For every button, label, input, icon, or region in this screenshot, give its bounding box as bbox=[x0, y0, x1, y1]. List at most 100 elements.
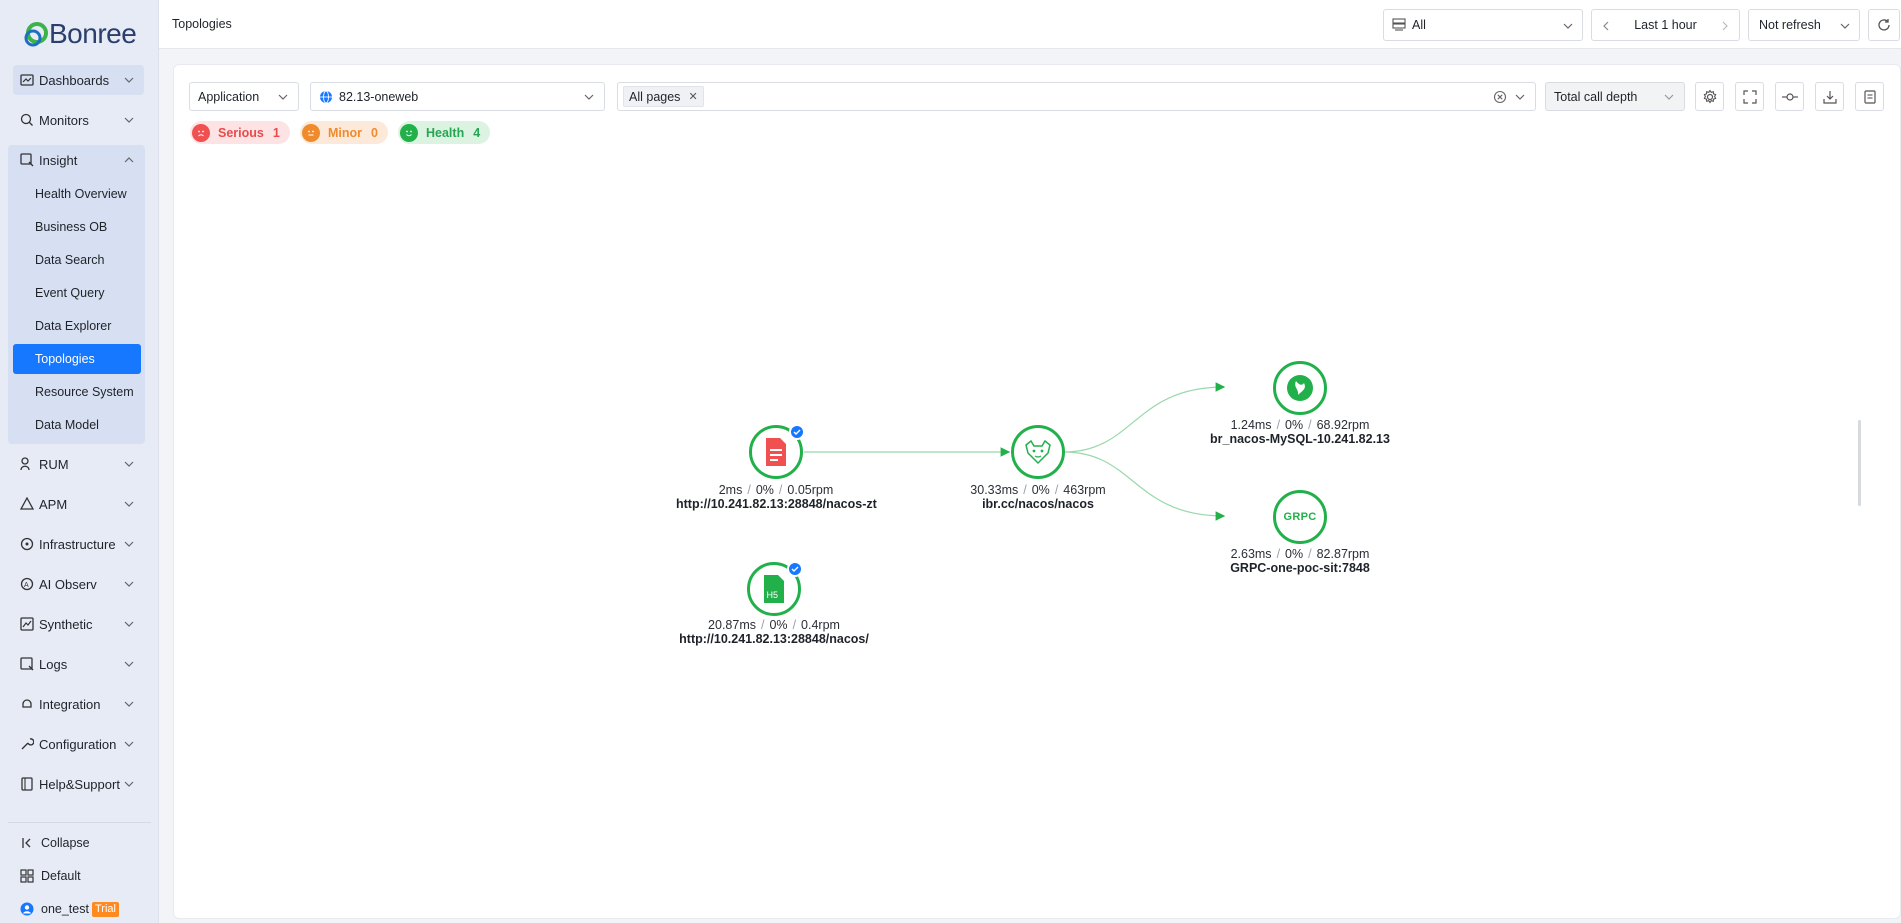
remove-tag-icon[interactable]: ✕ bbox=[688, 90, 697, 103]
environment-value: All bbox=[1412, 18, 1426, 32]
topology-node-mysql[interactable] bbox=[1273, 361, 1327, 415]
refresh-interval-value: Not refresh bbox=[1759, 18, 1821, 32]
trial-badge: Trial bbox=[91, 901, 119, 917]
sidebar-item-help-support[interactable]: Help&Support bbox=[13, 769, 144, 799]
sidebar-item-label: Integration bbox=[39, 696, 101, 712]
error-rate: 0% bbox=[1285, 418, 1304, 432]
chevron-left-icon[interactable] bbox=[1600, 20, 1612, 32]
dashboard-icon bbox=[19, 73, 34, 88]
collapse-button[interactable]: Collapse bbox=[20, 832, 90, 854]
sidebar-item-infrastructure[interactable]: Infrastructure bbox=[13, 529, 144, 559]
refresh-icon bbox=[1878, 19, 1890, 31]
subitem-label: Topologies bbox=[35, 352, 95, 366]
error-rate: 0% bbox=[769, 618, 788, 632]
grid-icon bbox=[20, 869, 34, 883]
chevron-down-icon bbox=[124, 661, 134, 667]
collapse-label: Collapse bbox=[41, 836, 90, 850]
sidebar-subitem-event-query[interactable]: Event Query bbox=[13, 278, 141, 308]
sidebar-item-rum[interactable]: RUM bbox=[13, 449, 144, 479]
topology-node-tomcat[interactable] bbox=[1011, 425, 1065, 479]
sidebar-item-configuration[interactable]: Configuration bbox=[13, 729, 144, 759]
type-select[interactable]: Application bbox=[189, 82, 299, 111]
application-select[interactable]: 82.13-oneweb bbox=[310, 82, 605, 111]
serious-count: 1 bbox=[272, 125, 280, 140]
h5-page-icon: H5 bbox=[764, 575, 784, 603]
sidebar-item-synthetic[interactable]: Synthetic bbox=[13, 609, 144, 639]
node-metrics: 2ms/0%/0.05rpm bbox=[718, 483, 834, 497]
topology-panel: Application 82.13-oneweb All pages ✕ Tot… bbox=[173, 64, 1901, 919]
node-name: GRPC-one-poc-sit:7848 bbox=[1230, 561, 1370, 575]
latency: 20.87ms bbox=[708, 618, 756, 632]
rum-icon bbox=[19, 457, 34, 472]
workspace-switcher[interactable]: Default bbox=[20, 865, 81, 887]
chevron-right-icon[interactable] bbox=[1719, 20, 1731, 32]
logo-text: Bonree bbox=[49, 18, 137, 49]
topology-node-page-nacos[interactable]: H5 bbox=[747, 561, 803, 616]
report-button[interactable] bbox=[1855, 82, 1884, 111]
latency: 2ms bbox=[718, 483, 743, 497]
view-toggle-button[interactable] bbox=[1775, 82, 1804, 111]
neutral-face-icon bbox=[302, 123, 320, 142]
sidebar-item-ai-observ[interactable]: A AI Observ bbox=[13, 569, 144, 599]
synthetic-icon bbox=[19, 617, 34, 632]
sidebar-divider bbox=[8, 822, 151, 823]
user-name: one_test bbox=[41, 902, 89, 916]
time-range-picker[interactable]: Last 1 hour bbox=[1591, 9, 1740, 41]
apm-icon bbox=[19, 497, 34, 512]
sidebar-item-dashboards[interactable]: Dashboards bbox=[13, 65, 144, 95]
book-icon bbox=[19, 777, 34, 792]
topology-node-page-nacos-zt[interactable] bbox=[749, 424, 805, 479]
page-document-icon bbox=[766, 438, 786, 466]
pages-filter[interactable]: All pages ✕ bbox=[617, 82, 1536, 111]
application-value: 82.13-oneweb bbox=[339, 89, 419, 104]
refresh-button[interactable] bbox=[1868, 9, 1900, 41]
page-tag[interactable]: All pages ✕ bbox=[623, 86, 704, 107]
zoom-scrollbar[interactable] bbox=[1858, 420, 1861, 506]
user-menu[interactable]: one_test Trial bbox=[20, 898, 119, 920]
topology-node-grpc[interactable]: GRPC bbox=[1273, 490, 1327, 544]
error-rate: 0% bbox=[1031, 483, 1050, 497]
fullscreen-button[interactable] bbox=[1735, 82, 1764, 111]
sidebar-item-insight[interactable]: Insight bbox=[13, 145, 144, 175]
download-button[interactable] bbox=[1815, 82, 1844, 111]
tomcat-icon bbox=[1025, 439, 1051, 465]
node-label-mysql: 1.24ms/0%/68.92rpm br_nacos-MySQL-10.241… bbox=[1200, 418, 1400, 446]
header: Topologies All Last 1 hour Not refresh bbox=[159, 0, 1901, 49]
status-filter-health[interactable]: Health 4 bbox=[398, 121, 491, 144]
download-icon bbox=[1822, 90, 1837, 104]
chevron-down-icon bbox=[124, 621, 134, 627]
call-depth-select[interactable]: Total call depth bbox=[1545, 82, 1685, 111]
sidebar-item-integration[interactable]: Integration bbox=[13, 689, 144, 719]
logo[interactable]: Bonree bbox=[22, 14, 137, 54]
sidebar-item-logs[interactable]: Logs bbox=[13, 649, 144, 679]
refresh-interval-select[interactable]: Not refresh bbox=[1748, 9, 1860, 41]
chevron-down-icon bbox=[1515, 94, 1525, 100]
fullscreen-icon bbox=[1742, 89, 1757, 104]
status-filter-serious[interactable]: Serious 1 bbox=[190, 121, 290, 144]
sidebar-subitem-resource-system[interactable]: Resource System bbox=[13, 377, 141, 407]
throughput: 463rpm bbox=[1063, 483, 1106, 497]
avatar-icon bbox=[20, 902, 34, 916]
environment-select[interactable]: All bbox=[1383, 9, 1583, 41]
status-filter-minor[interactable]: Minor 0 bbox=[300, 121, 388, 144]
settings-button[interactable] bbox=[1695, 82, 1724, 111]
database-icon bbox=[1287, 375, 1313, 401]
sidebar-subitem-data-search[interactable]: Data Search bbox=[13, 245, 141, 275]
sidebar-subitem-topologies[interactable]: Topologies bbox=[13, 344, 141, 374]
infrastructure-icon bbox=[19, 537, 34, 552]
serious-label: Serious bbox=[218, 125, 264, 140]
subitem-label: Data Explorer bbox=[35, 319, 112, 333]
sidebar-subitem-data-explorer[interactable]: Data Explorer bbox=[13, 311, 141, 341]
chevron-down-icon bbox=[584, 94, 594, 100]
sidebar-item-apm[interactable]: APM bbox=[13, 489, 144, 519]
clear-icon[interactable] bbox=[1493, 90, 1507, 104]
sidebar-item-label: Logs bbox=[39, 656, 68, 672]
sidebar-subitem-data-model[interactable]: Data Model bbox=[13, 410, 141, 440]
sidebar-subitem-business-ob[interactable]: Business OB bbox=[13, 212, 141, 242]
sidebar-item-monitors[interactable]: Monitors bbox=[13, 105, 144, 135]
sidebar-item-label: AI Observ bbox=[39, 576, 97, 592]
server-icon bbox=[1392, 18, 1406, 31]
health-count: 4 bbox=[473, 125, 481, 140]
sidebar-subitem-health-overview[interactable]: Health Overview bbox=[13, 179, 141, 209]
error-rate: 0% bbox=[755, 483, 774, 497]
